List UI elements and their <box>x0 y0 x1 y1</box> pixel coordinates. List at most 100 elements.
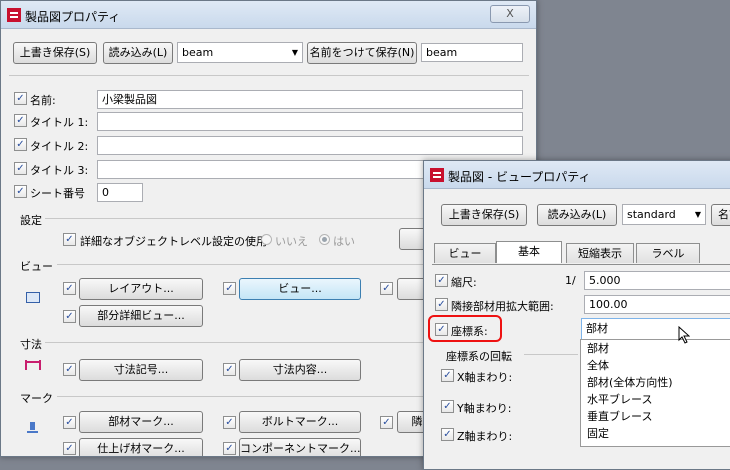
mark-heading: マーク <box>20 392 53 405</box>
y-axis-checkbox[interactable]: ✓ <box>441 400 454 413</box>
view-heading: ビュー <box>20 260 53 273</box>
option-no-label: いいえ <box>275 235 308 248</box>
sheet-number-input[interactable]: 0 <box>97 183 143 202</box>
load-button[interactable]: 読み込み(L) <box>103 42 173 64</box>
name-checkbox[interactable]: ✓ <box>14 92 27 105</box>
view-checkbox[interactable]: ✓ <box>223 282 236 295</box>
title2-label: タイトル 2: <box>30 140 89 153</box>
close-icon: X <box>506 7 514 20</box>
rotation-heading: 座標系の回転 <box>446 350 512 363</box>
scale-input[interactable]: 5.000 <box>584 271 730 290</box>
detail-view-button[interactable]: 部分詳細ビュー... <box>79 305 203 327</box>
view-window-title: 製品図 - ビュープロパティ <box>448 170 591 184</box>
detailed-settings-label: 詳細なオブジェクトレベル設定の使用 <box>80 235 267 248</box>
save-button[interactable]: 上書き保存(S) <box>13 42 97 64</box>
dimension-icon <box>25 360 41 370</box>
view-section-icon <box>26 292 40 303</box>
preset-select[interactable]: beam ▼ <box>177 42 303 63</box>
toolbar-separator <box>9 75 529 76</box>
sheet-number-label: シート番号 <box>30 187 85 200</box>
title1-input[interactable] <box>97 112 523 131</box>
settings-heading: 設定 <box>20 214 42 227</box>
view-save-button[interactable]: 上書き保存(S) <box>441 204 527 226</box>
x-axis-checkbox[interactable]: ✓ <box>441 369 454 382</box>
coord-option[interactable]: 部材(全体方向性) <box>581 374 730 391</box>
view-app-icon <box>430 168 444 182</box>
dimension-heading: 寸法 <box>20 338 42 351</box>
tab-basic[interactable]: 基本 <box>496 241 562 263</box>
expand-checkbox[interactable]: ✓ <box>435 298 448 311</box>
dim-content-checkbox[interactable]: ✓ <box>223 363 236 376</box>
title1-checkbox[interactable]: ✓ <box>14 114 27 127</box>
tab-shortening[interactable]: 短縮表示 <box>566 243 634 263</box>
coord-option[interactable]: 水平ブレース <box>581 391 730 408</box>
tab-label[interactable]: ラベル <box>636 243 700 263</box>
expand-input[interactable]: 100.00 <box>584 295 730 314</box>
app-icon <box>7 8 21 22</box>
bolt-mark-button[interactable]: ボルトマーク... <box>239 411 361 433</box>
dim-mark-button[interactable]: 寸法記号... <box>79 359 203 381</box>
option-no-radio[interactable] <box>261 234 272 245</box>
mark-extra-checkbox[interactable]: ✓ <box>380 416 393 429</box>
y-axis-label: Y軸まわり: <box>457 402 512 415</box>
chevron-down-icon: ▼ <box>291 48 298 57</box>
bolt-mark-checkbox[interactable]: ✓ <box>223 416 236 429</box>
component-mark-checkbox[interactable]: ✓ <box>223 442 236 455</box>
view-extra-checkbox[interactable]: ✓ <box>380 282 393 295</box>
finish-mark-button[interactable]: 仕上げ材マーク... <box>79 438 203 456</box>
part-mark-checkbox[interactable]: ✓ <box>63 416 76 429</box>
scale-prefix: 1/ <box>565 274 576 287</box>
view-button[interactable]: ビュー... <box>239 278 361 300</box>
option-yes-radio[interactable] <box>319 234 330 245</box>
component-mark-button[interactable]: コンポーネントマーク... <box>239 438 361 456</box>
option-yes-label: はい <box>333 235 355 248</box>
expand-label: 隣接部材用拡大範囲: <box>451 300 554 313</box>
detailed-settings-checkbox[interactable]: ✓ <box>63 233 76 246</box>
close-button[interactable]: X <box>490 5 530 23</box>
detail-view-checkbox[interactable]: ✓ <box>63 310 76 323</box>
title2-input[interactable] <box>97 136 523 155</box>
coord-option[interactable]: 全体 <box>581 357 730 374</box>
view-preset-select[interactable]: standard ▼ <box>622 204 706 225</box>
title3-label: タイトル 3: <box>30 164 89 177</box>
main-window-title: 製品図プロパティ <box>25 10 121 24</box>
tab-view[interactable]: ビュー <box>434 243 496 263</box>
save-as-name-input[interactable]: beam <box>421 43 523 62</box>
view-chevron-down-icon: ▼ <box>694 210 701 219</box>
mark-icon <box>27 422 38 433</box>
preset-value: beam <box>182 46 214 59</box>
coord-value: 部材 <box>586 322 608 335</box>
z-axis-label: Z軸まわり: <box>457 430 513 443</box>
name-label: 名前: <box>30 94 56 107</box>
coord-highlight <box>428 315 502 342</box>
view-save-as-button[interactable]: 名前 <box>711 204 730 226</box>
view-preset-value: standard <box>627 208 676 221</box>
finish-mark-checkbox[interactable]: ✓ <box>63 442 76 455</box>
coord-dropdown-list: 部材 全体 部材(全体方向性) 水平ブレース 垂直ブレース 固定 <box>580 339 730 447</box>
scale-label: 縮尺: <box>451 276 477 289</box>
dim-content-button[interactable]: 寸法内容... <box>239 359 361 381</box>
dim-mark-checkbox[interactable]: ✓ <box>63 363 76 376</box>
scale-checkbox[interactable]: ✓ <box>435 274 448 287</box>
z-axis-checkbox[interactable]: ✓ <box>441 428 454 441</box>
view-load-button[interactable]: 読み込み(L) <box>537 204 617 226</box>
tab-strip: ビュー 基本 短縮表示 ラベル <box>434 241 730 265</box>
title3-checkbox[interactable]: ✓ <box>14 162 27 175</box>
part-mark-button[interactable]: 部材マーク... <box>79 411 203 433</box>
layout-checkbox[interactable]: ✓ <box>63 282 76 295</box>
cursor-icon <box>678 326 690 344</box>
title2-checkbox[interactable]: ✓ <box>14 138 27 151</box>
title1-label: タイトル 1: <box>30 116 89 129</box>
save-as-button[interactable]: 名前をつけて保存(N) <box>307 42 417 64</box>
coord-option[interactable]: 固定 <box>581 425 730 442</box>
layout-button[interactable]: レイアウト... <box>79 278 203 300</box>
view-properties-window: 製品図 - ビュープロパティ 上書き保存(S) 読み込み(L) standard… <box>423 160 730 470</box>
name-input[interactable]: 小梁製品図 <box>97 90 523 109</box>
tab-underline <box>432 264 730 265</box>
coord-select[interactable]: 部材 <box>581 318 730 340</box>
sheet-number-checkbox[interactable]: ✓ <box>14 185 27 198</box>
view-titlebar[interactable]: 製品図 - ビュープロパティ <box>424 161 730 189</box>
main-titlebar[interactable]: 製品図プロパティ X <box>1 1 536 29</box>
coord-option[interactable]: 垂直ブレース <box>581 408 730 425</box>
coord-option[interactable]: 部材 <box>581 340 730 357</box>
